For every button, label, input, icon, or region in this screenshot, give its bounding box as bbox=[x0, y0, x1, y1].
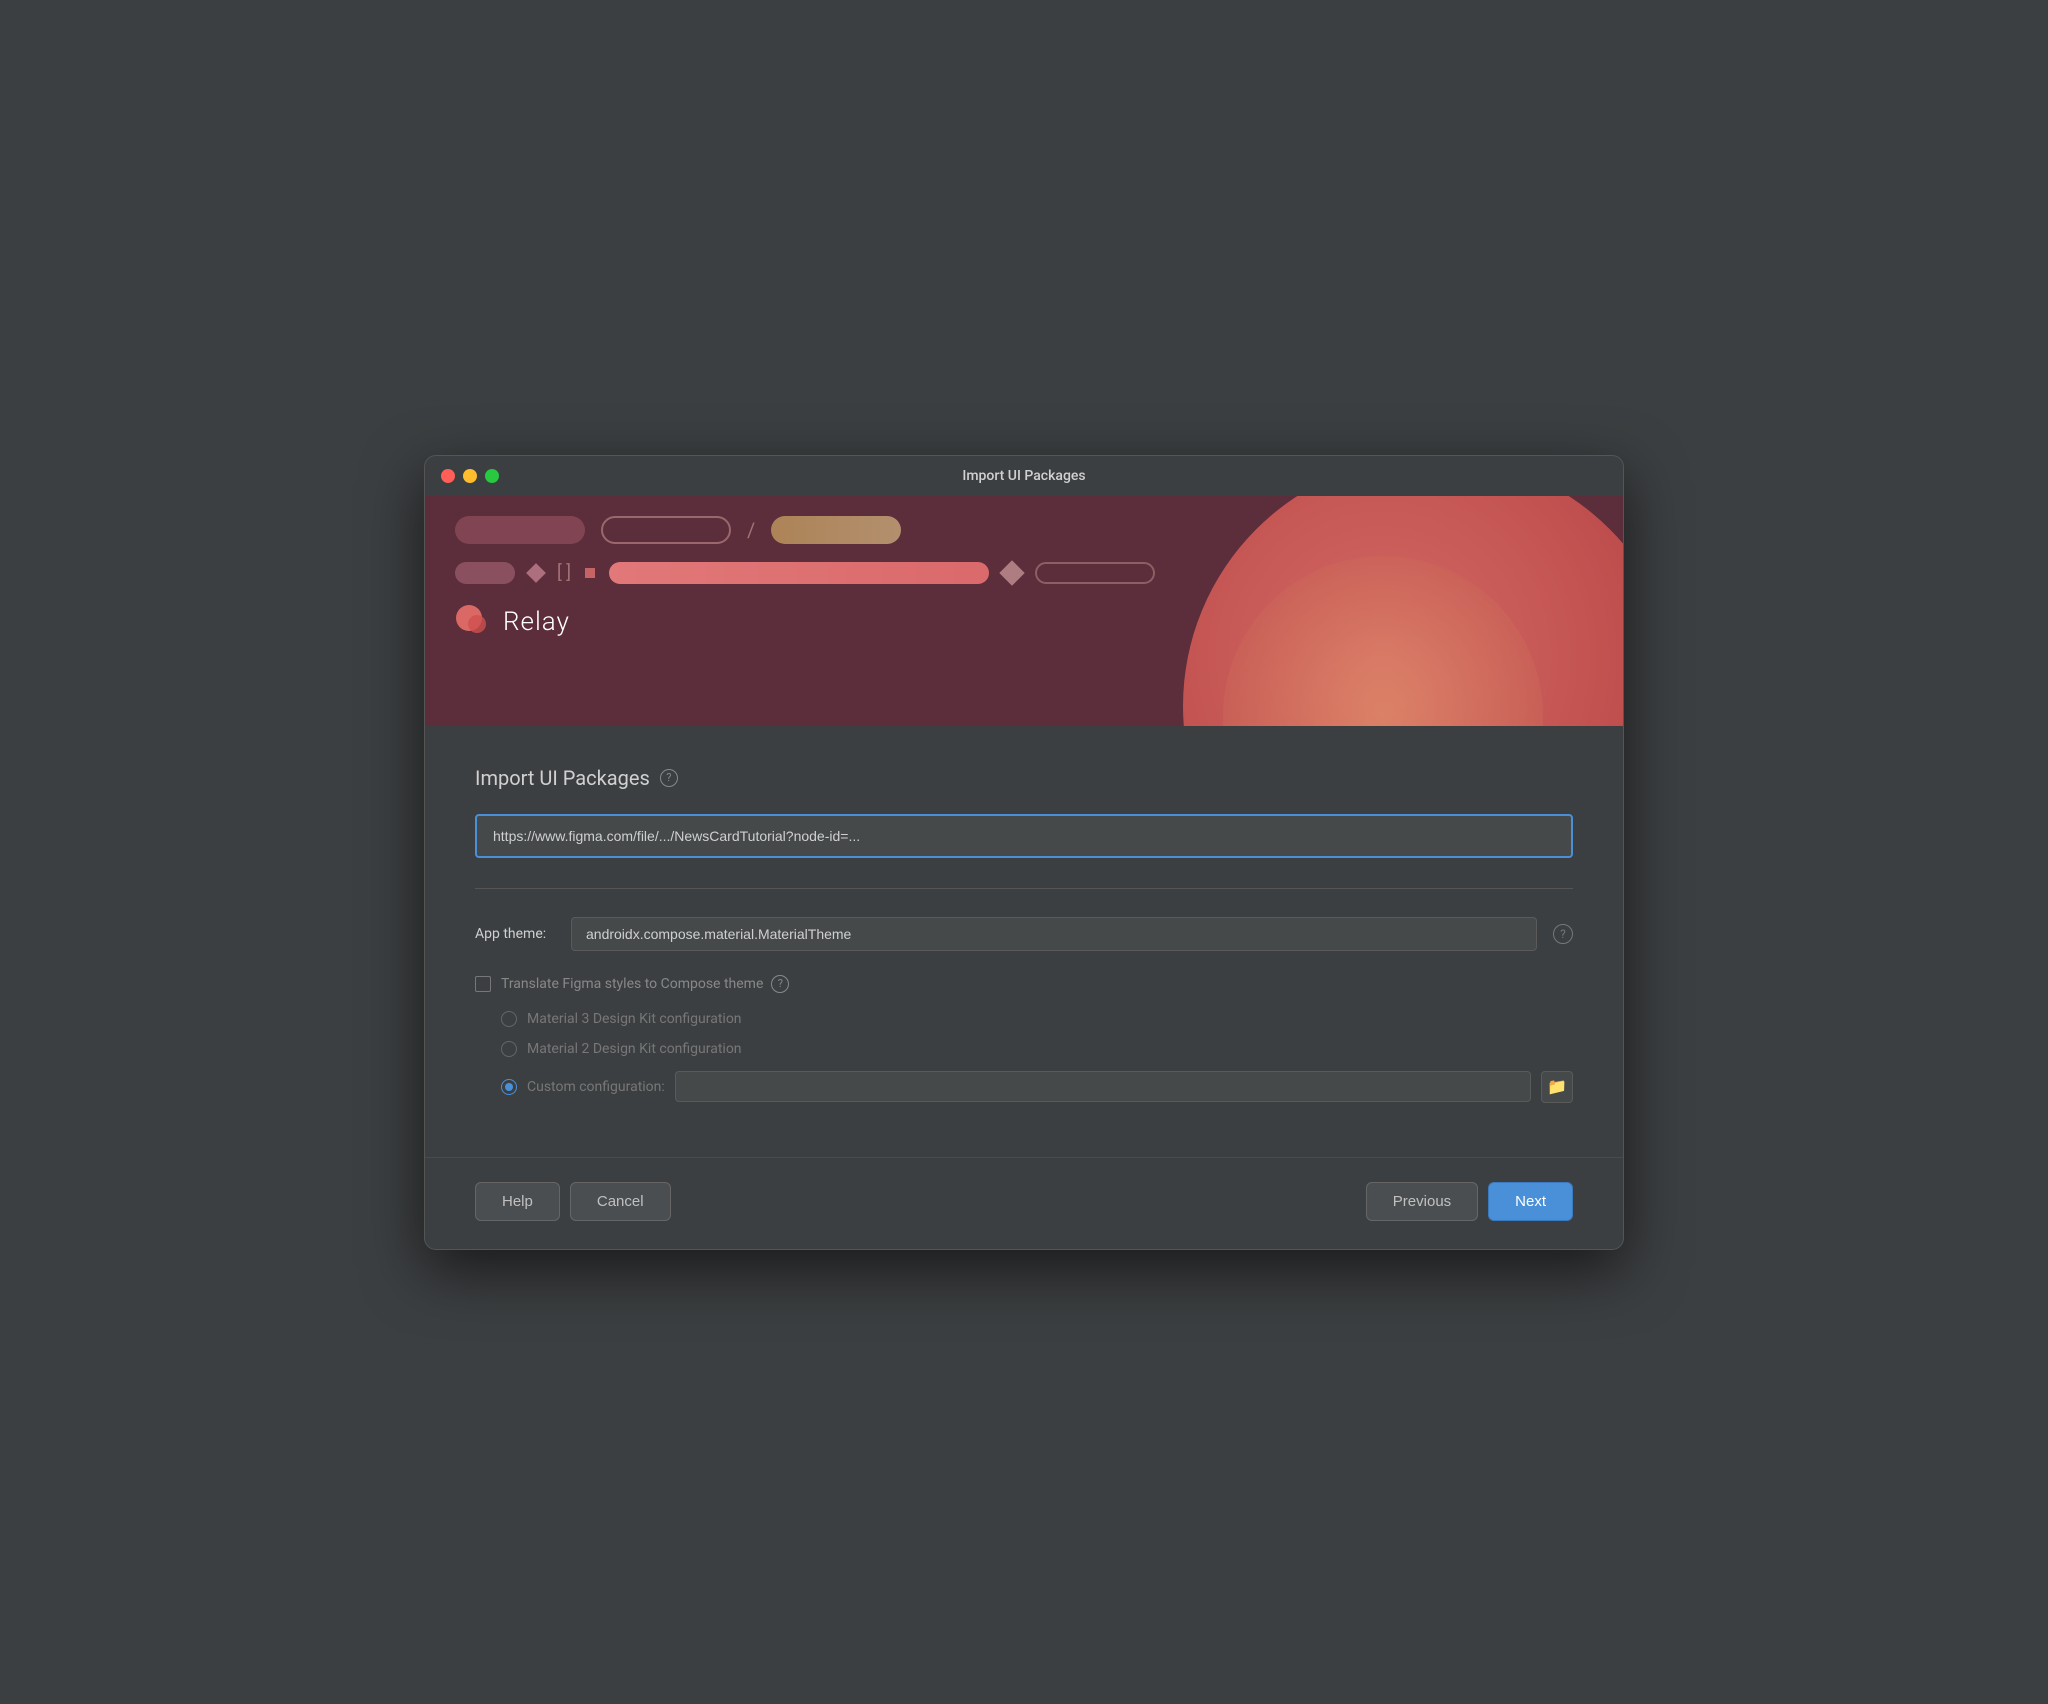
section-title-text: Import UI Packages bbox=[475, 766, 650, 790]
main-window: Import UI Packages / [ ] bbox=[424, 455, 1624, 1250]
banner-row-1: / bbox=[455, 516, 1593, 544]
radio-custom-label: Custom configuration: bbox=[527, 1079, 665, 1095]
radio-material2-label: Material 2 Design Kit configuration bbox=[527, 1041, 742, 1057]
banner-pill-1 bbox=[455, 516, 585, 544]
banner-pill-2 bbox=[601, 516, 731, 544]
banner-pill-3 bbox=[771, 516, 901, 544]
cancel-button[interactable]: Cancel bbox=[570, 1182, 671, 1221]
radio-group: Material 3 Design Kit configuration Mate… bbox=[475, 1011, 1573, 1103]
close-button[interactable] bbox=[441, 469, 455, 483]
banner-pill-sm bbox=[455, 562, 515, 584]
radio-custom-row: Custom configuration: 📁 bbox=[501, 1071, 1573, 1103]
previous-button[interactable]: Previous bbox=[1366, 1182, 1478, 1221]
relay-logo-icon bbox=[455, 604, 491, 640]
banner-pill-pink bbox=[609, 562, 989, 584]
url-input[interactable] bbox=[475, 814, 1573, 858]
radio-custom-config[interactable] bbox=[501, 1079, 517, 1095]
translate-checkbox[interactable] bbox=[475, 976, 491, 992]
folder-browse-button[interactable]: 📁 bbox=[1541, 1071, 1573, 1103]
relay-logo-text: Relay bbox=[503, 607, 570, 637]
folder-icon: 📁 bbox=[1547, 1077, 1567, 1096]
radio-material3[interactable] bbox=[501, 1011, 517, 1027]
relay-logo: Relay bbox=[455, 604, 1593, 640]
translate-label: Translate Figma styles to Compose theme … bbox=[501, 975, 789, 993]
custom-config-input[interactable] bbox=[675, 1071, 1531, 1102]
translate-checkbox-row: Translate Figma styles to Compose theme … bbox=[475, 975, 1573, 993]
window-controls bbox=[441, 469, 499, 483]
app-theme-label: App theme: bbox=[475, 926, 555, 942]
footer-right-buttons: Previous Next bbox=[1366, 1182, 1573, 1221]
help-button[interactable]: Help bbox=[475, 1182, 560, 1221]
footer-left-buttons: Help Cancel bbox=[475, 1182, 671, 1221]
maximize-button[interactable] bbox=[485, 469, 499, 483]
divider bbox=[475, 888, 1573, 889]
next-button[interactable]: Next bbox=[1488, 1182, 1573, 1221]
radio-material2-row: Material 2 Design Kit configuration bbox=[501, 1041, 1573, 1057]
banner-slash: / bbox=[747, 518, 755, 542]
footer: Help Cancel Previous Next bbox=[425, 1157, 1623, 1249]
section-help-icon[interactable]: ? bbox=[660, 769, 678, 787]
header-banner: / [ ] Relay bbox=[425, 496, 1623, 726]
translate-help-icon[interactable]: ? bbox=[771, 975, 789, 993]
section-title-row: Import UI Packages ? bbox=[475, 766, 1573, 790]
app-theme-row: App theme: ? bbox=[475, 917, 1573, 951]
banner-bracket: [ ] bbox=[557, 562, 571, 583]
radio-material2[interactable] bbox=[501, 1041, 517, 1057]
title-bar: Import UI Packages bbox=[425, 456, 1623, 496]
radio-material3-row: Material 3 Design Kit configuration bbox=[501, 1011, 1573, 1027]
banner-diamond-2 bbox=[999, 560, 1024, 585]
app-theme-input[interactable] bbox=[571, 917, 1537, 951]
banner-square bbox=[585, 568, 595, 578]
banner-diamond-1 bbox=[526, 563, 546, 583]
window-title: Import UI Packages bbox=[962, 468, 1085, 484]
theme-help-icon[interactable]: ? bbox=[1553, 924, 1573, 944]
main-content: Import UI Packages ? App theme: ? Transl… bbox=[425, 726, 1623, 1157]
minimize-button[interactable] bbox=[463, 469, 477, 483]
banner-pill-outline-sm bbox=[1035, 562, 1155, 584]
radio-material3-label: Material 3 Design Kit configuration bbox=[527, 1011, 742, 1027]
banner-row-2: [ ] bbox=[455, 562, 1593, 584]
